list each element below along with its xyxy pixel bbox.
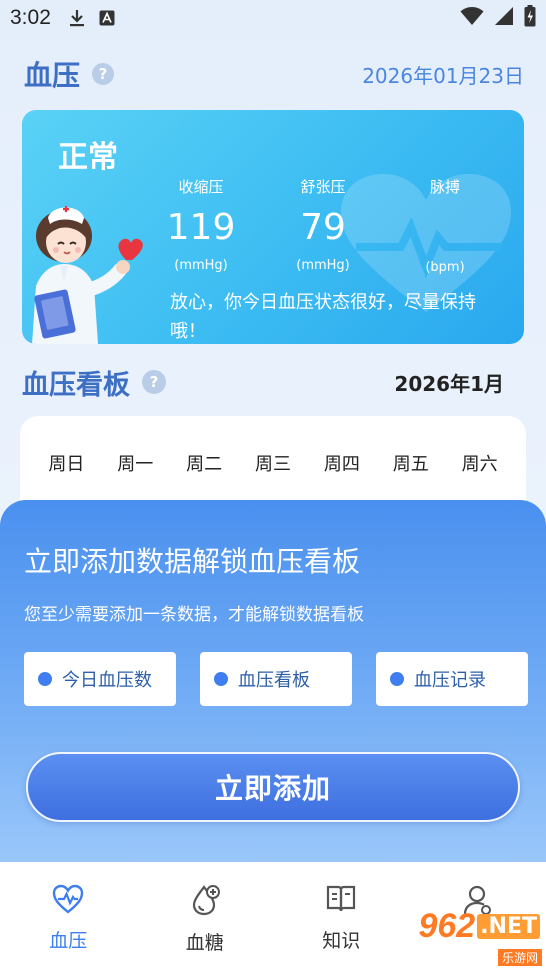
weekday-label: 周四 [323, 454, 360, 475]
metric-value: 119 [166, 207, 236, 248]
watermark-subtitle: 乐游网 [497, 949, 542, 966]
weekday-label: 周一 [117, 454, 154, 475]
download-icon [69, 9, 85, 27]
feature-item: 血压看板 [200, 652, 352, 706]
weekday-row: 周日 周一 周二 周三 周四 周五 周六 [20, 450, 526, 476]
nav-item-knowledge[interactable]: 知识 [273, 862, 410, 972]
date-selector[interactable]: 2026年01月23日 [362, 60, 524, 89]
nurse-illustration [24, 194, 154, 344]
bullet-dot-icon [214, 672, 228, 686]
bullet-dot-icon [390, 672, 404, 686]
blood-pressure-card[interactable]: 正常 收缩压 119 (mmHg) 舒张压 79 (mmHg) 脉搏 (bpm)… [22, 110, 524, 344]
metric-label: 舒张压 [300, 178, 346, 196]
metric-value: 79 [300, 207, 346, 248]
book-icon [325, 884, 357, 918]
unlock-panel: 立即添加数据解锁血压看板 您至少需要添加一条数据，才能解锁数据看板 今日血压数 … [0, 500, 546, 862]
metric-diastolic: 舒张压 79 (mmHg) [268, 176, 378, 273]
nav-label: 知识 [322, 930, 361, 952]
signal-icon [494, 6, 514, 31]
nav-label: 血糖 [185, 932, 224, 954]
metric-unit: (bpm) [425, 260, 465, 275]
font-a-icon [99, 10, 115, 26]
nav-item-blood-sugar[interactable]: 血糖 [137, 862, 274, 972]
unlock-subtitle: 您至少需要添加一条数据，才能解锁数据看板 [24, 605, 364, 625]
metric-label: 脉搏 [429, 178, 460, 196]
metric-label: 收缩压 [178, 178, 224, 196]
battery-icon [524, 4, 536, 32]
feature-item: 血压记录 [376, 652, 528, 706]
feature-label: 血压看板 [238, 670, 310, 691]
header: 血压 ? 2026年01月23日 [24, 56, 524, 92]
add-now-button[interactable]: 立即添加 [26, 752, 520, 822]
weekday-label: 周日 [48, 454, 85, 475]
bullet-dot-icon [38, 672, 52, 686]
status-bar: 3:02 [0, 0, 546, 36]
status-message: 放心，你今日血压状态很好，尽量保持哦！ [170, 292, 476, 342]
metric-unit: (mmHg) [174, 258, 228, 273]
nav-label: 血压 [49, 930, 88, 952]
watermark-net: .NET [477, 914, 540, 939]
status-label: 正常 [58, 140, 118, 175]
weekday-label: 周六 [461, 454, 498, 475]
status-time: 3:02 [10, 6, 51, 29]
metric-pulse: 脉搏 (bpm) [390, 176, 500, 275]
site-watermark-logo: 962 .NET [418, 907, 540, 946]
metric-systolic: 收缩压 119 (mmHg) [146, 176, 256, 273]
feature-label: 血压记录 [414, 670, 486, 691]
feature-list: 今日血压数 血压看板 血压记录 [24, 652, 528, 706]
board-title: 血压看板 [22, 369, 130, 401]
feature-item: 今日血压数 [24, 652, 176, 706]
feature-label: 今日血压数 [62, 670, 152, 691]
month-label[interactable]: 2026年1月 [394, 368, 504, 397]
wifi-icon [460, 6, 484, 31]
weekday-label: 周五 [392, 454, 429, 475]
metric-unit: (mmHg) [296, 258, 350, 273]
unlock-title: 立即添加数据解锁血压看板 [24, 545, 361, 578]
help-icon[interactable]: ? [92, 63, 115, 85]
blood-drop-plus-icon [190, 884, 220, 920]
board-header: 血压看板 ? 2026年1月 [22, 364, 504, 401]
heart-pulse-icon [52, 884, 84, 918]
nav-item-blood-pressure[interactable]: 血压 [0, 862, 137, 972]
weekday-label: 周二 [186, 454, 223, 475]
metric-value [390, 207, 500, 250]
weekday-label: 周三 [255, 454, 291, 475]
watermark-text: 962 [418, 907, 476, 945]
help-icon[interactable]: ? [142, 370, 166, 394]
page-title: 血压 [24, 59, 81, 92]
